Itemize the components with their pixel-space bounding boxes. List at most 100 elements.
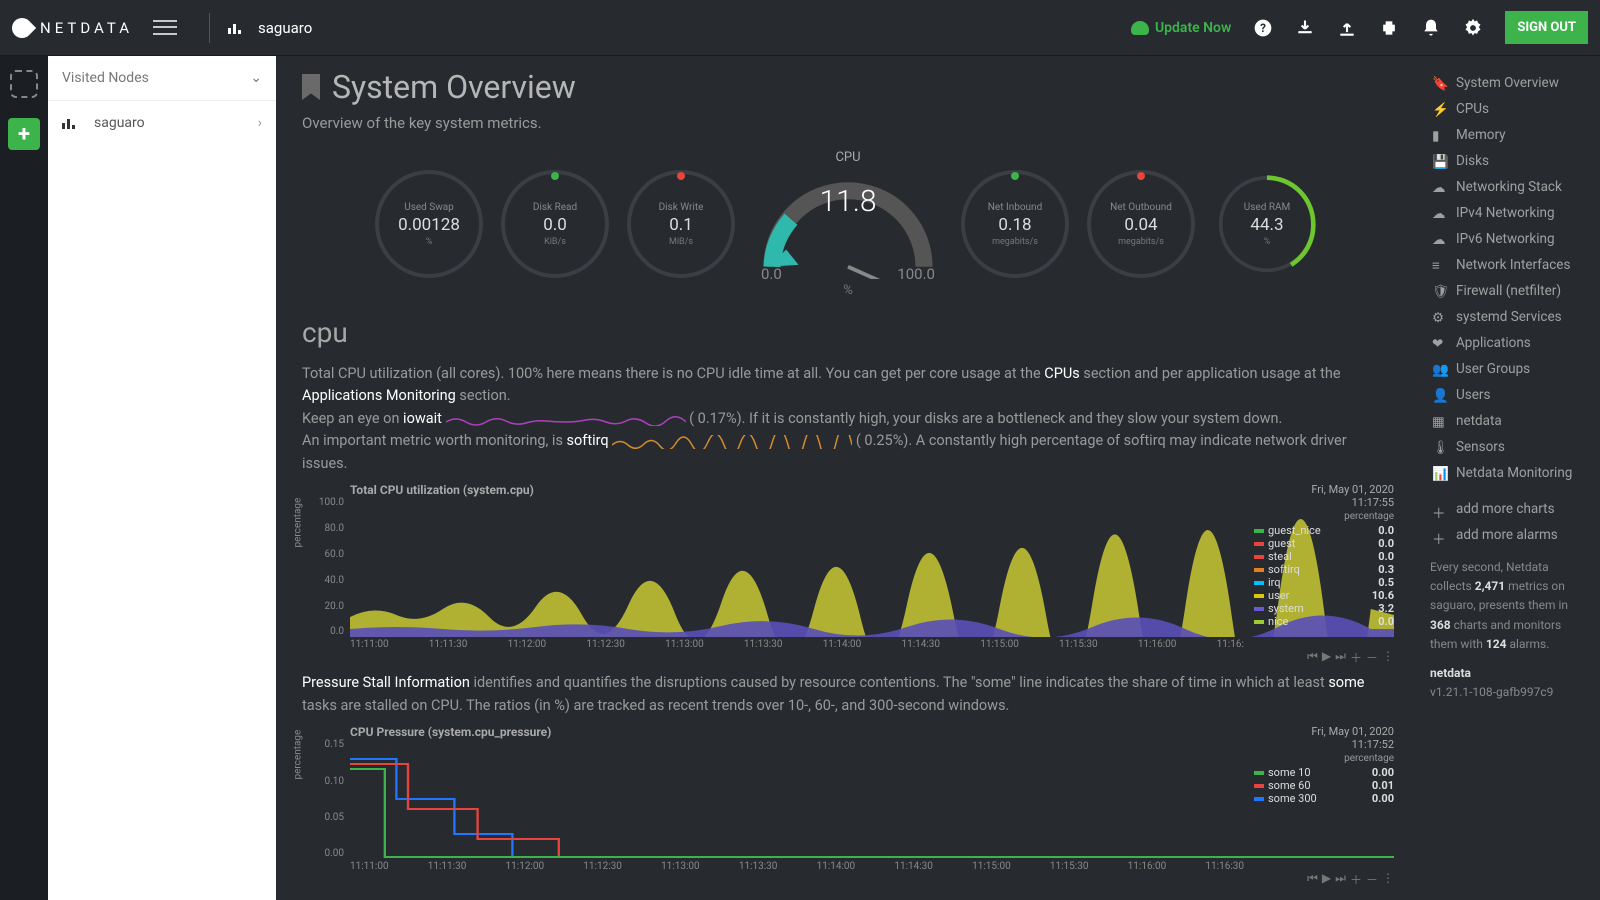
rnav-firewall-netfilter-[interactable]: 🛡Firewall (netfilter) [1430, 278, 1590, 304]
rnav-system-overview[interactable]: 🔖System Overview [1430, 70, 1590, 96]
legend-irq[interactable]: irq0.5 [1254, 576, 1394, 589]
page-title: System Overview [302, 68, 1394, 106]
legend-some-300[interactable]: some 3000.00 [1254, 792, 1394, 805]
status-dot-icon [1011, 172, 1019, 180]
rnav-netdata[interactable]: ▦netdata [1430, 408, 1590, 434]
brand-logo[interactable]: NETDATA [12, 18, 133, 38]
gauge-row: Used Swap 0.00128 % Disk Read 0.0 KiB/s … [302, 150, 1394, 298]
add-more-charts[interactable]: ＋add more charts [1430, 496, 1590, 522]
gauge-used-swap[interactable]: Used Swap 0.00128 % [375, 170, 483, 278]
gear-icon[interactable] [1463, 18, 1483, 38]
rnav-ipv6-networking[interactable]: ☁IPv6 Networking [1430, 226, 1590, 252]
rnav-user-groups[interactable]: 👥User Groups [1430, 356, 1590, 382]
rewind-icon[interactable]: ⏮ [1307, 649, 1318, 666]
sign-out-button[interactable]: SIGN OUT [1505, 11, 1588, 44]
bars-icon [62, 117, 80, 129]
chart-title: CPU Pressure (system.cpu_pressure) [350, 725, 1394, 739]
nav-icon: 💾 [1432, 154, 1446, 168]
fastfwd-icon[interactable]: ⏭ [1335, 649, 1346, 666]
nav-icon: ☁ [1432, 180, 1446, 194]
legend-softirq[interactable]: softirq0.3 [1254, 563, 1394, 576]
chart-plot[interactable] [350, 739, 1394, 859]
rnav-networking-stack[interactable]: ☁Networking Stack [1430, 174, 1590, 200]
print-icon[interactable] [1379, 18, 1399, 38]
chart-plot[interactable] [350, 497, 1394, 637]
help-icon[interactable]: ? [1253, 18, 1273, 38]
rnav-systemd-services[interactable]: ⚙systemd Services [1430, 304, 1590, 330]
add-workspace-button[interactable]: + [8, 118, 40, 150]
chart-cpu-pressure[interactable]: CPU Pressure (system.cpu_pressure) perce… [302, 725, 1394, 872]
workspace-placeholder-icon[interactable] [10, 70, 38, 98]
legend-swatch-icon [1254, 797, 1264, 801]
upload-icon[interactable] [1337, 18, 1357, 38]
rnav-netdata-monitoring[interactable]: 📊Netdata Monitoring [1430, 460, 1590, 486]
legend-nice[interactable]: nice0.0 [1254, 615, 1394, 628]
status-dot-icon [1137, 172, 1145, 180]
chart-controls: ⏮▶⏭＋－⋮ [1307, 871, 1394, 888]
gauge-used-ram[interactable]: Used RAM 44.3 % [1213, 170, 1321, 278]
legend-guest[interactable]: guest0.0 [1254, 537, 1394, 550]
nav-icon: ☁ [1432, 232, 1446, 246]
nav-icon: 🛡 [1432, 284, 1446, 298]
legend-swatch-icon [1254, 620, 1264, 624]
x-axis: 11:11:0011:11:3011:12:0011:12:3011:13:00… [350, 861, 1244, 872]
rnav-users[interactable]: 👤Users [1430, 382, 1590, 408]
play-icon[interactable]: ▶ [1322, 871, 1331, 888]
link-apps-monitoring[interactable]: Applications Monitoring [302, 387, 456, 404]
nav-icon: ⚙ [1432, 310, 1446, 324]
gauge-disk-write[interactable]: Disk Write 0.1 MiB/s [627, 170, 735, 278]
link-cpus[interactable]: CPUs [1044, 365, 1079, 382]
legend-some-10[interactable]: some 100.00 [1254, 766, 1394, 779]
chevron-down-icon: ⌄ [250, 70, 262, 86]
cloud-download-icon [1131, 21, 1149, 35]
page-title-text: System Overview [332, 68, 576, 106]
gauge-net-outbound[interactable]: Net Outbound 0.04 megabits/s [1087, 170, 1195, 278]
page-subtitle: Overview of the key system metrics. [302, 114, 1394, 132]
rnav-disks[interactable]: 💾Disks [1430, 148, 1590, 174]
rnav-memory[interactable]: ▮Memory [1430, 122, 1590, 148]
topbar: NETDATA saguaro Update Now ? SIGN OUT [0, 0, 1600, 56]
bell-icon[interactable] [1421, 18, 1441, 38]
plus-icon[interactable]: ＋ [1350, 871, 1362, 888]
legend-user[interactable]: user10.6 [1254, 589, 1394, 602]
link-psi[interactable]: Pressure Stall Information [302, 674, 470, 691]
legend-steal[interactable]: steal0.0 [1254, 550, 1394, 563]
rewind-icon[interactable]: ⏮ [1307, 871, 1318, 888]
netdata-drop-icon [8, 13, 36, 41]
legend-swatch-icon [1254, 529, 1264, 533]
visited-nodes-header[interactable]: Visited Nodes ⌄ [48, 56, 276, 101]
bookmark-icon [302, 74, 320, 100]
fastfwd-icon[interactable]: ⏭ [1335, 871, 1346, 888]
rnav-ipv4-networking[interactable]: ☁IPv4 Networking [1430, 200, 1590, 226]
sidebar-node-saguaro[interactable]: saguaro › [48, 101, 276, 145]
rnav-cpus[interactable]: ⚡CPUs [1430, 96, 1590, 122]
status-dot-icon [551, 172, 559, 180]
gauge-disk-read[interactable]: Disk Read 0.0 KiB/s [501, 170, 609, 278]
download-icon[interactable] [1295, 18, 1315, 38]
legend-swatch-icon [1254, 568, 1264, 572]
minus-icon[interactable]: － [1366, 649, 1378, 666]
softirq-sparkline-icon [612, 435, 852, 449]
rnav-network-interfaces[interactable]: ≡Network Interfaces [1430, 252, 1590, 278]
y-axis: percentage 0.150.100.050.00 [302, 739, 350, 859]
menu-dots-icon[interactable]: ⋮ [1382, 871, 1394, 888]
nav-icon: ❤ [1432, 336, 1446, 350]
legend-system[interactable]: system3.2 [1254, 602, 1394, 615]
add-more-alarms[interactable]: ＋add more alarms [1430, 522, 1590, 548]
update-now-button[interactable]: Update Now [1131, 20, 1231, 36]
play-icon[interactable]: ▶ [1322, 649, 1331, 666]
minus-icon[interactable]: － [1366, 871, 1378, 888]
rnav-applications[interactable]: ❤Applications [1430, 330, 1590, 356]
legend-some-60[interactable]: some 600.01 [1254, 779, 1394, 792]
chart-system-cpu[interactable]: Total CPU utilization (system.cpu) perce… [302, 483, 1394, 650]
gauge-cpu[interactable]: CPU 11.8 0.0100.0 % [753, 150, 943, 298]
status-dot-icon [677, 172, 685, 180]
menu-dots-icon[interactable]: ⋮ [1382, 649, 1394, 666]
rnav-sensors[interactable]: 🌡Sensors [1430, 434, 1590, 460]
cpu-para-2: Keep an eye on iowait ( 0.17%). If it is… [302, 408, 1394, 430]
legend-guest_nice[interactable]: guest_nice0.0 [1254, 524, 1394, 537]
hamburger-icon[interactable] [153, 18, 177, 38]
gauge-net-inbound[interactable]: Net Inbound 0.18 megabits/s [961, 170, 1069, 278]
plus-icon[interactable]: ＋ [1350, 649, 1362, 666]
current-node[interactable]: saguaro [228, 19, 312, 37]
